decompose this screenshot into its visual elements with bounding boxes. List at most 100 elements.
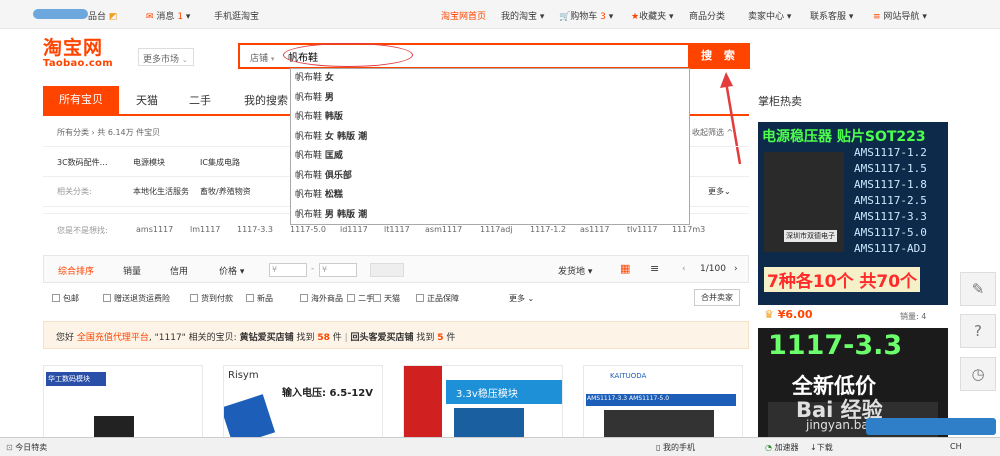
my-taobao-link[interactable]: 我的淘宝 ▾: [501, 9, 544, 22]
product-card[interactable]: KAITUODA AMS1117-3.3 AMS1117-5.0: [583, 365, 743, 440]
mobile-taobao-link[interactable]: 手机逛淘宝: [214, 9, 259, 22]
category-ic[interactable]: IC集成电路: [200, 157, 240, 168]
suggestion-item[interactable]: 帆布鞋 松糕: [291, 186, 689, 206]
price-min-input[interactable]: ¥: [269, 263, 307, 277]
filter-checkbox[interactable]: 赠送退货运费险: [103, 293, 170, 304]
username-redacted: [33, 9, 88, 19]
more-markets-dropdown[interactable]: 更多市场 ⌄: [138, 48, 194, 66]
cart-link[interactable]: 🛒购物车 3 ▾: [559, 9, 613, 22]
related-more-button[interactable]: 更多⌄: [708, 186, 731, 197]
side-ad-1-sales: 销量: 4: [900, 312, 927, 321]
guess-keyword[interactable]: 1117-1.2: [530, 225, 566, 234]
notice-link[interactable]: 全国充值代理平台: [77, 333, 149, 343]
site-nav-link[interactable]: ≡ 网站导航 ▾: [873, 9, 927, 22]
home-link[interactable]: 淘宝网首页: [441, 9, 486, 22]
ad-code-text: AMS1117-2.5: [854, 194, 927, 207]
search-scope-select[interactable]: 店铺 ▾: [250, 51, 274, 64]
filter-checkbox[interactable]: 包邮: [52, 293, 79, 304]
guess-keyword[interactable]: ld1117: [340, 225, 368, 234]
ime-indicator: CH: [950, 442, 962, 451]
price-max-input[interactable]: ¥: [319, 263, 357, 277]
merge-sellers-button[interactable]: 合并卖家: [694, 289, 740, 306]
page-indicator: 1/100: [700, 264, 726, 274]
filter-checkbox[interactable]: 二手: [347, 293, 374, 304]
platform-link[interactable]: 品台 ◩: [88, 9, 117, 22]
accelerator[interactable]: ◔ 加速器: [765, 442, 799, 453]
filter-more-button[interactable]: 更多 ⌄: [509, 293, 534, 304]
filter-checkbox[interactable]: 海外商品: [300, 293, 343, 304]
product-card[interactable]: 3.3v稳压模块: [403, 365, 563, 440]
search-button[interactable]: 搜 索: [690, 43, 750, 69]
guess-keyword[interactable]: ams1117: [136, 225, 173, 234]
next-page-icon[interactable]: ›: [734, 264, 738, 274]
my-phone[interactable]: ▯ 我的手机: [656, 442, 695, 453]
price-range-toggle[interactable]: [370, 263, 404, 277]
seller-center-link[interactable]: 卖家中心 ▾: [748, 9, 791, 22]
tab-my-search[interactable]: 我的搜索: [244, 92, 288, 108]
product-card[interactable]: 华工数码模块: [43, 365, 203, 440]
ad-code-text: AMS1117-3.3: [854, 210, 927, 223]
star-icon: ★: [631, 12, 640, 22]
guess-keyword[interactable]: tlv1117: [627, 225, 657, 234]
ime-toolbar[interactable]: [866, 418, 996, 435]
categories-link[interactable]: 商品分类: [689, 9, 725, 22]
guess-keyword[interactable]: as1117: [580, 225, 609, 234]
messages-link[interactable]: ✉ 消息 1 ▾: [146, 9, 190, 22]
suggestion-item[interactable]: 帆布鞋 男: [291, 89, 689, 109]
edit-icon[interactable]: ✎: [960, 272, 996, 306]
filter-checkbox[interactable]: 天猫: [373, 293, 400, 304]
product-card[interactable]: Risym 输入电压: 6.5-12V: [223, 365, 383, 440]
annotation-oval: [283, 43, 413, 67]
side-ad-1[interactable]: 电源稳压器 贴片SOT223 深圳市双德电子 AMS1117-1.2 AMS111…: [758, 122, 948, 305]
ad-code-text: AMS1117-5.0: [854, 226, 927, 239]
menu-icon: ≡: [873, 12, 881, 22]
list-view-icon[interactable]: ≡: [650, 262, 659, 275]
guess-label: 您是不是想找:: [57, 226, 108, 235]
tab-tmall[interactable]: 天猫: [136, 92, 158, 108]
filter-checkbox[interactable]: 新品: [246, 293, 273, 304]
location-dropdown[interactable]: 发货地 ▾: [558, 264, 592, 277]
tab-secondhand[interactable]: 二手: [189, 92, 211, 108]
sort-credit[interactable]: 信用: [170, 264, 188, 277]
sort-sales[interactable]: 销量: [123, 264, 141, 277]
collapse-filters-button[interactable]: 收起筛选 ^: [692, 127, 733, 138]
filter-checkbox[interactable]: 货到付款: [190, 293, 233, 304]
help-icon[interactable]: ?: [960, 314, 996, 348]
suggestion-item[interactable]: 帆布鞋 韩版: [291, 108, 689, 128]
sort-default[interactable]: 综合排序: [58, 264, 94, 277]
grid-view-icon[interactable]: ▦: [620, 262, 630, 275]
suggestion-item[interactable]: 帆布鞋 女: [291, 69, 689, 89]
suggestion-item[interactable]: 帆布鞋 俱乐部: [291, 167, 689, 187]
chevron-down-icon: ⌄: [181, 56, 188, 64]
download[interactable]: ↓下载: [810, 442, 833, 453]
search-notice: 您好 全国充值代理平台, "1117" 相关的宝贝: 黄钻爱买店铺 找到 58 …: [43, 321, 749, 349]
favorites-link[interactable]: ★收藏夹 ▾: [631, 9, 674, 22]
guess-keyword[interactable]: lm1117: [190, 225, 220, 234]
history-icon[interactable]: ◷: [960, 357, 996, 391]
prev-page-icon[interactable]: ‹: [682, 264, 686, 274]
logo-cn: 淘宝网: [43, 37, 104, 59]
suggestion-item[interactable]: 帆布鞋 匡威: [291, 147, 689, 167]
related-livestock[interactable]: 畜牧/养殖物资: [200, 186, 251, 197]
guess-keyword[interactable]: 1117-5.0: [290, 225, 326, 234]
suggestion-item[interactable]: 帆布鞋 女 韩版 潮: [291, 128, 689, 148]
guess-keyword[interactable]: asm1117: [425, 225, 462, 234]
bag-icon: ⊡: [6, 443, 13, 452]
customer-service-link[interactable]: 联系客服 ▾: [810, 9, 853, 22]
price-dash: -: [311, 264, 315, 274]
guess-keyword[interactable]: 1117-3.3: [237, 225, 273, 234]
guess-keyword[interactable]: 1117m3: [672, 225, 705, 234]
related-local-services[interactable]: 本地化生活服务: [133, 186, 189, 197]
guess-keyword[interactable]: 1117adj: [480, 225, 513, 234]
filter-checkbox[interactable]: 正品保障: [416, 293, 459, 304]
category-power-module[interactable]: 电源模块: [133, 157, 165, 168]
search-suggestions: 帆布鞋 女帆布鞋 男帆布鞋 韩版 帆布鞋 女 韩版 潮帆布鞋 匡威 帆布鞋 俱乐部帆…: [290, 68, 690, 225]
suggestion-item[interactable]: 帆布鞋 男 韩版 潮: [291, 206, 689, 226]
taobao-logo[interactable]: 淘宝网 Taobao.com: [43, 38, 123, 70]
ad-code-text: AMS1117-ADJ: [854, 242, 927, 255]
annotation-arrow: [720, 72, 742, 165]
guess-keyword[interactable]: lt1117: [384, 225, 410, 234]
tab-all-items[interactable]: 所有宝贝: [43, 86, 119, 116]
sort-price[interactable]: 价格 ▾: [219, 264, 244, 277]
today-deals[interactable]: ⊡ 今日特卖: [6, 442, 47, 453]
